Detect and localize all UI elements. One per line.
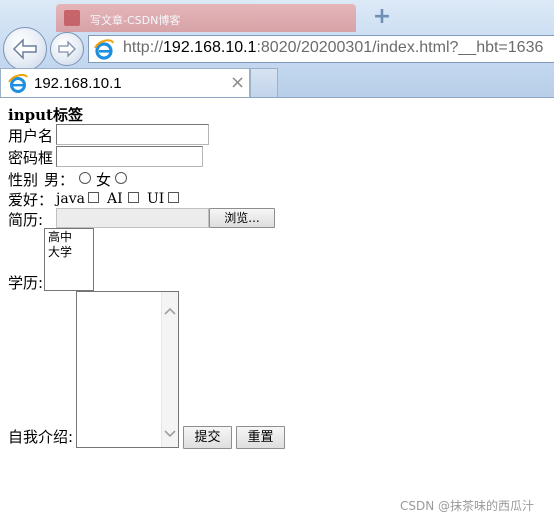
hobby-ui-label: UI	[147, 191, 165, 207]
gender-female-label: 女	[96, 171, 112, 189]
file-path-field[interactable]	[56, 208, 209, 228]
internet-explorer-icon	[8, 74, 28, 93]
hobby-java-checkbox[interactable]	[88, 192, 99, 203]
intro-label: 自我介绍:	[8, 428, 74, 446]
gender-female-radio[interactable]	[115, 172, 127, 184]
chevron-up-icon[interactable]	[164, 306, 176, 316]
intro-textarea[interactable]	[76, 291, 179, 448]
browser-chrome: 写文章-CSDN博客 + http://192.168.10.1:8020/20…	[0, 0, 554, 98]
url-path: :8020/20200301/index.html?__hbt=1636	[256, 39, 544, 56]
gender-male-label: 男：	[44, 171, 75, 189]
heading-cjk: 标签	[52, 106, 83, 124]
new-tab-slot[interactable]	[250, 68, 278, 98]
education-label: 学历:	[8, 274, 44, 292]
password-label: 密码框	[8, 149, 54, 167]
page-content: input标签 用户名 密码框 性别 男： 女 爱好： java AI UI 简…	[0, 98, 554, 521]
background-tab[interactable]: 写文章-CSDN博客	[56, 4, 356, 32]
csdn-favicon-icon	[64, 10, 80, 26]
url-scheme: http://	[123, 39, 164, 56]
active-tab[interactable]: 192.168.10.1 ×	[0, 68, 250, 98]
hobby-ui-checkbox[interactable]	[168, 192, 179, 203]
gender-label: 性别	[8, 171, 39, 189]
background-tab-title: 写文章-CSDN博客	[90, 14, 181, 27]
password-input[interactable]	[56, 146, 203, 167]
textarea-scrollbar[interactable]	[161, 292, 178, 447]
education-select[interactable]: 高中 大学	[44, 228, 94, 291]
arrow-right-icon	[58, 40, 76, 58]
page-heading: input标签	[8, 104, 83, 125]
submit-button[interactable]: 提交	[183, 426, 232, 449]
hobby-java-label: java	[56, 191, 85, 207]
chevron-down-icon[interactable]	[164, 429, 176, 439]
internet-explorer-icon	[94, 39, 114, 60]
gender-male-radio[interactable]	[79, 172, 91, 184]
username-input[interactable]	[56, 124, 209, 145]
back-button[interactable]	[3, 27, 47, 71]
close-tab-icon[interactable]: ×	[230, 72, 245, 93]
forward-button[interactable]	[50, 32, 84, 66]
username-label: 用户名	[8, 127, 54, 145]
hobby-ai-label: AI	[107, 191, 123, 207]
hobby-ai-checkbox[interactable]	[128, 192, 139, 203]
arrow-left-icon	[12, 38, 37, 60]
browse-button[interactable]: 浏览...	[209, 208, 275, 228]
address-url: http://192.168.10.1:8020/20200301/index.…	[123, 39, 543, 57]
hobby-label: 爱好：	[8, 191, 54, 209]
resume-label: 简历:	[8, 211, 44, 229]
address-bar[interactable]: http://192.168.10.1:8020/20200301/index.…	[88, 35, 554, 63]
education-option-university[interactable]: 大学	[48, 245, 93, 260]
new-tab-icon[interactable]: +	[368, 4, 396, 32]
url-host: 192.168.10.1	[163, 39, 257, 56]
heading-latin: input	[8, 106, 53, 124]
active-tab-title: 192.168.10.1	[34, 75, 122, 92]
education-option-high-school[interactable]: 高中	[48, 230, 93, 245]
reset-button[interactable]: 重置	[236, 426, 285, 449]
watermark: CSDN @抹茶味的西瓜汁	[400, 499, 535, 513]
